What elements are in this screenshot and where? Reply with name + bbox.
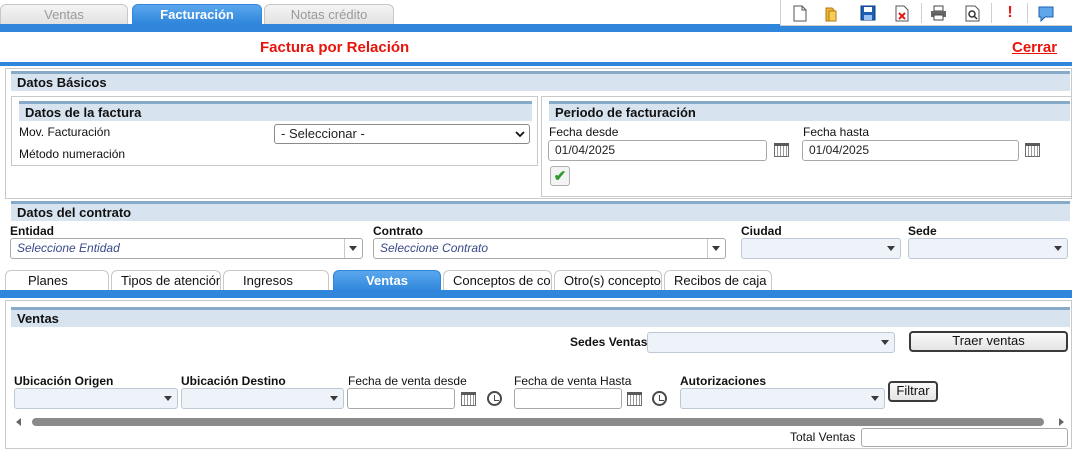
periodo-heading: Periodo de facturación: [549, 101, 1070, 121]
tab-planes[interactable]: Planes: [5, 270, 109, 291]
fecha-desde-input[interactable]: 01/04/2025: [548, 140, 767, 161]
autorizaciones-label: Autorizaciones: [680, 374, 767, 388]
tab-recibos-caja[interactable]: Recibos de caja: [664, 270, 772, 291]
traer-ventas-button[interactable]: Traer ventas: [909, 331, 1068, 352]
fecha-hasta-input[interactable]: 01/04/2025: [802, 140, 1019, 161]
autorizaciones-select[interactable]: [680, 388, 885, 409]
toolbar: !: [780, 0, 1072, 26]
chevron-down-icon: [515, 131, 525, 138]
fecha-hasta-label: Fecha hasta: [803, 125, 870, 139]
tab-otros-conceptos[interactable]: Otro(s) conceptos: [554, 270, 662, 291]
clock-icon[interactable]: [652, 391, 667, 406]
sedes-ventas-select[interactable]: [647, 332, 895, 353]
fecha-venta-hasta-label: Fecha de venta Hasta: [514, 374, 632, 388]
metodo-numeracion-label: Método numeración: [19, 147, 126, 161]
tab-facturacion-top[interactable]: Facturación: [132, 4, 262, 24]
new-document-icon[interactable]: [791, 4, 809, 22]
entidad-label: Entidad: [10, 224, 54, 238]
contrato-label: Contrato: [373, 224, 423, 238]
delete-icon[interactable]: [893, 4, 911, 22]
subtabs-blue-bar: [0, 290, 1072, 298]
tab-ingresos[interactable]: Ingresos: [223, 270, 329, 291]
header-divider: [0, 62, 1072, 66]
tab-conceptos-cobro[interactable]: Conceptos de cobro: [443, 270, 552, 291]
datos-factura-heading: Datos de la factura: [19, 101, 532, 121]
save-icon[interactable]: [859, 4, 877, 22]
ubicacion-destino-select[interactable]: [181, 388, 344, 409]
fecha-desde-label: Fecha desde: [549, 125, 619, 139]
check-icon[interactable]: ✔: [550, 166, 570, 186]
fecha-venta-desde-label: Fecha de venta desde: [348, 374, 467, 388]
horizontal-scrollbar[interactable]: [14, 417, 1066, 427]
total-ventas-input: [861, 428, 1068, 447]
ciudad-label: Ciudad: [741, 224, 782, 238]
tab-tipos-atencion[interactable]: Tipos de atención: [111, 270, 221, 291]
calendar-icon[interactable]: [461, 392, 476, 406]
scroll-left-icon[interactable]: [16, 418, 22, 426]
mov-facturacion-select[interactable]: - Seleccionar -: [274, 124, 530, 144]
sede-label: Sede: [908, 224, 937, 238]
calendar-icon[interactable]: [774, 143, 789, 157]
calendar-icon[interactable]: [627, 392, 642, 406]
close-link[interactable]: Cerrar: [1012, 39, 1057, 56]
alert-icon[interactable]: !: [1001, 4, 1019, 22]
ubicacion-origen-label: Ubicación Origen: [14, 374, 114, 388]
mov-facturacion-label: Mov. Facturación: [19, 125, 111, 139]
clock-icon[interactable]: [487, 391, 502, 406]
fecha-venta-hasta-input[interactable]: [514, 388, 622, 409]
tab-ventas-top[interactable]: Ventas: [0, 4, 128, 24]
ubicacion-destino-label: Ubicación Destino: [181, 374, 286, 388]
ciudad-select[interactable]: [741, 238, 901, 259]
entidad-select[interactable]: Seleccione Entidad: [10, 238, 363, 259]
fecha-venta-desde-input[interactable]: [347, 388, 455, 409]
ubicacion-origen-select[interactable]: [14, 388, 178, 409]
print-icon[interactable]: [929, 4, 947, 22]
tab-notas-credito-top[interactable]: Notas crédito: [264, 4, 394, 24]
calendar-icon[interactable]: [1025, 143, 1040, 157]
preview-icon[interactable]: [963, 4, 981, 22]
datos-basicos-heading: Datos Básicos: [11, 71, 1070, 91]
sede-select[interactable]: [908, 238, 1068, 259]
tab-ventas[interactable]: Ventas: [333, 270, 441, 291]
ventas-heading: Ventas: [11, 307, 1070, 327]
filtrar-button[interactable]: Filtrar: [888, 381, 938, 402]
scroll-right-icon[interactable]: [1058, 418, 1064, 426]
total-ventas-label: Total Ventas: [790, 430, 856, 444]
scrollbar-thumb[interactable]: [32, 418, 1044, 426]
sedes-ventas-label: Sedes Ventas: [570, 335, 648, 349]
contrato-select[interactable]: Seleccione Contrato: [373, 238, 726, 259]
page-title: Factura por Relación: [260, 39, 410, 56]
help-chat-icon[interactable]: [1037, 4, 1055, 22]
open-folder-icon[interactable]: [823, 4, 841, 22]
datos-contrato-heading: Datos del contrato: [11, 201, 1070, 221]
